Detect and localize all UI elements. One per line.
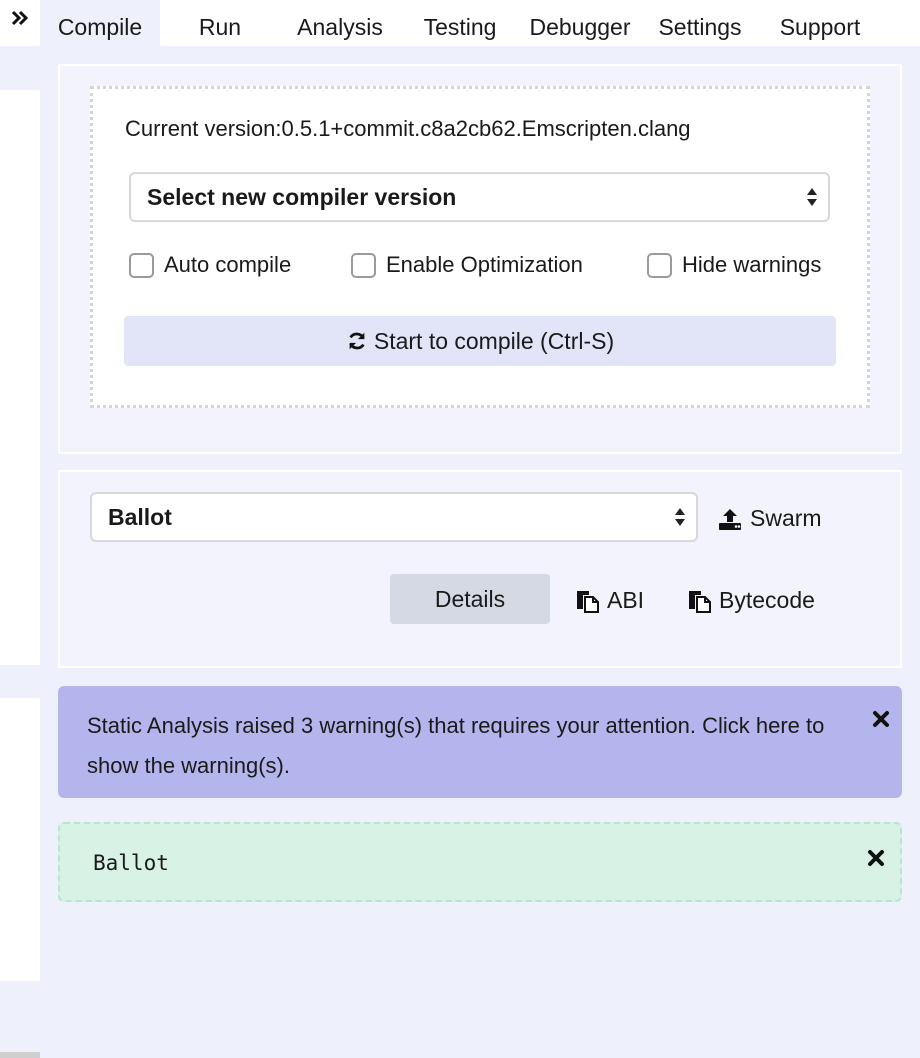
copy-icon [689, 590, 711, 613]
current-version-label: Current version:0.5.1+commit.c8a2cb62.Em… [125, 116, 691, 141]
static-analysis-warning[interactable]: Static Analysis raised 3 warning(s) that… [58, 686, 902, 798]
hide-warnings-option[interactable]: Hide warnings [647, 252, 821, 278]
enable-optimization-option[interactable]: Enable Optimization [351, 252, 583, 278]
auto-compile-label: Auto compile [164, 252, 292, 277]
copy-bytecode-button[interactable]: Bytecode [687, 587, 815, 614]
swarm-label: Swarm [750, 505, 822, 531]
tab-analysis[interactable]: Analysis [280, 0, 400, 46]
contract-select[interactable]: Ballot [90, 492, 698, 542]
copy-icon [577, 590, 599, 613]
copy-abi-button[interactable]: ABI [575, 587, 644, 614]
left-strip-segment [0, 698, 40, 981]
enable-optimization-label: Enable Optimization [386, 252, 583, 277]
bytecode-label: Bytecode [719, 587, 815, 613]
sort-arrows-icon [675, 508, 685, 526]
sort-arrows-icon [807, 188, 817, 206]
compiler-version-select-label: Select new compiler version [147, 183, 457, 210]
upload-icon [719, 508, 741, 530]
hide-warnings-checkbox[interactable] [647, 252, 672, 278]
refresh-icon [349, 332, 365, 350]
tab-settings[interactable]: Settings [640, 0, 760, 46]
start-compile-button[interactable]: Start to compile (Ctrl-S) [124, 316, 836, 366]
left-strip-segment [0, 90, 40, 665]
tab-debugger[interactable]: Debugger [520, 0, 640, 46]
abi-label: ABI [607, 587, 645, 613]
warning-text: Static Analysis raised 3 warning(s) that… [87, 713, 825, 778]
compiled-contract-name: Ballot [93, 851, 169, 875]
close-icon[interactable] [867, 849, 885, 867]
left-strip [0, 0, 40, 1058]
hide-warnings-label: Hide warnings [682, 252, 822, 277]
tab-compile[interactable]: Compile [40, 0, 160, 46]
tab-support[interactable]: Support [760, 0, 880, 46]
swarm-publish-button[interactable]: Swarm [718, 505, 822, 532]
auto-compile-checkbox[interactable] [129, 252, 154, 278]
scrollbar-stub[interactable] [0, 1052, 40, 1058]
auto-compile-option[interactable]: Auto compile [129, 252, 291, 278]
tab-bar: Compile Run Analysis Testing Debugger Se… [40, 0, 920, 46]
details-button[interactable]: Details [390, 574, 550, 624]
compiler-version-select[interactable]: Select new compiler version [129, 172, 830, 222]
close-icon[interactable] [872, 710, 890, 728]
collapse-panel-button[interactable] [0, 0, 40, 46]
start-compile-label: Start to compile (Ctrl-S) [373, 327, 615, 354]
enable-optimization-checkbox[interactable] [351, 252, 376, 278]
contract-select-value: Ballot [108, 503, 172, 530]
tab-testing[interactable]: Testing [400, 0, 520, 46]
compiled-contract-result: Ballot [58, 822, 902, 902]
double-chevron-right-icon [11, 10, 29, 26]
tab-run[interactable]: Run [160, 0, 280, 46]
